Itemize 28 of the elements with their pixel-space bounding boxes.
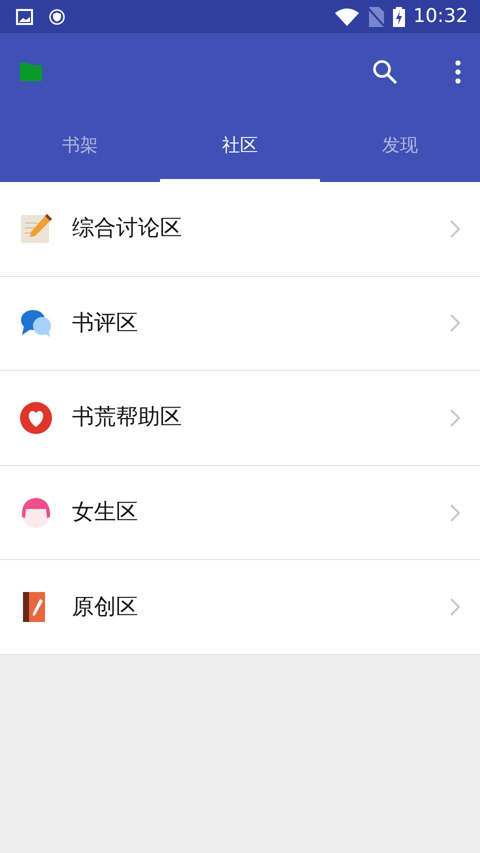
notepad-pencil-icon [20,212,52,245]
clock-time: 10:32 [413,4,468,30]
list-item[interactable]: 书评区 [0,276,480,372]
chevron-right-icon [450,220,460,238]
search-icon[interactable] [372,58,398,84]
item-label: 书荒帮助区 [72,404,182,432]
battery-charging-icon [393,6,406,26]
tab[interactable]: 发现 [320,110,480,182]
list-item[interactable]: 女生区 [0,466,480,560]
chevron-right-icon [450,504,460,522]
chevron-right-icon [450,314,460,332]
item-label: 原创区 [72,594,138,622]
list-item[interactable]: 原创区 [0,560,480,655]
chevron-right-icon [450,408,460,427]
more-options-icon[interactable] [454,60,462,84]
list-item[interactable]: 综合讨论区 [0,182,480,277]
shield-icon [49,8,65,24]
image-icon [16,8,33,24]
chat-bubbles-icon [20,307,52,340]
list-item[interactable]: 书荒帮助区 [0,371,480,466]
tab[interactable]: 书架 [0,110,160,182]
girl-avatar-icon [20,496,52,529]
chevron-right-icon [450,598,460,616]
item-label: 综合讨论区 [72,215,182,244]
item-label: 女生区 [72,499,138,528]
no-sim-icon [367,6,386,26]
wifi-icon [335,8,360,26]
item-label: 书评区 [72,310,138,338]
